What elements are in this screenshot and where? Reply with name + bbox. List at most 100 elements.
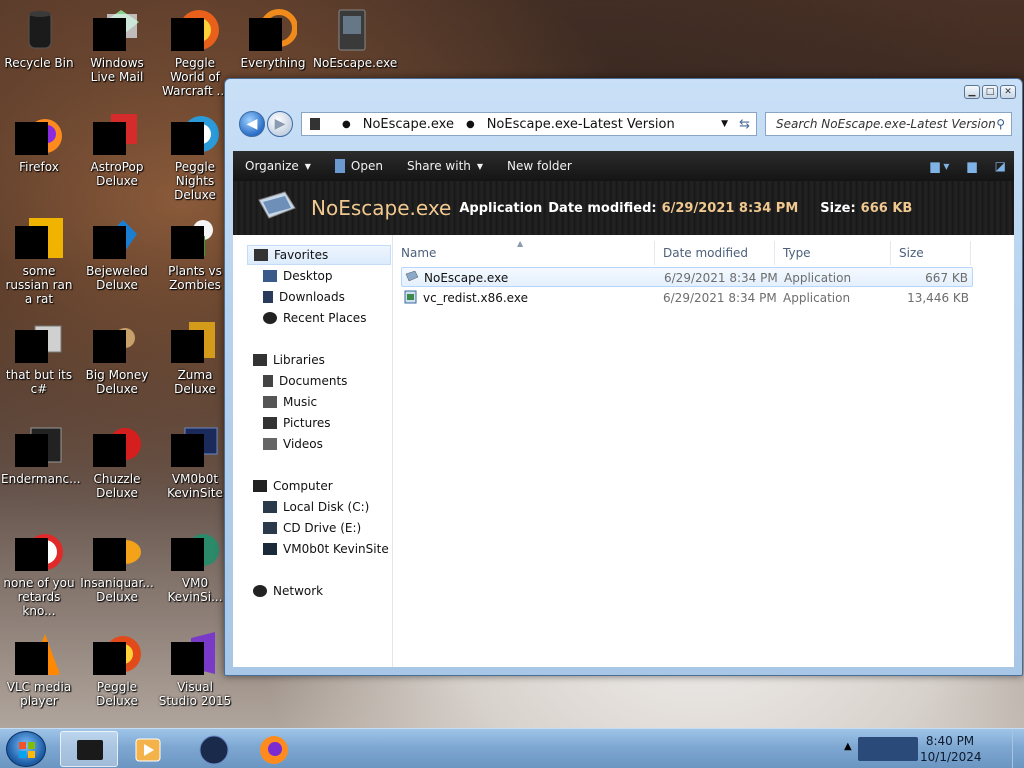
clock-time: 8:40 PM <box>925 734 975 748</box>
desktop-icon-bejeweled[interactable]: Bejeweled Deluxe <box>78 208 156 308</box>
nav-label: Videos <box>283 437 323 451</box>
open-button[interactable]: Open <box>323 159 395 173</box>
taskbar-firefox[interactable] <box>244 731 302 767</box>
chevron-down-icon[interactable]: ▼ <box>721 119 728 129</box>
file-row[interactable]: vc_redist.x86.exe 6/29/2021 8:34 PM Appl… <box>401 288 973 308</box>
nav-computer[interactable]: Computer <box>253 476 333 496</box>
show-hidden-icons[interactable]: ▲ <box>844 741 852 752</box>
selected-file-name: NoEscape.exe <box>311 196 452 220</box>
taskbar-explorer[interactable] <box>60 731 118 767</box>
breadcrumb-item[interactable]: NoEscape.exe <box>363 117 454 132</box>
navigation-pane: Favorites Desktop Downloads Recent Place… <box>233 235 393 667</box>
app-icon <box>334 159 345 173</box>
desktop-icon-big-money[interactable]: Big Money Deluxe <box>78 312 156 412</box>
file-row[interactable]: NoEscape.exe 6/29/2021 8:34 PM Applicati… <box>401 267 973 287</box>
address-bar[interactable]: ● NoEscape.exe ● NoEscape.exe-Latest Ver… <box>301 112 757 136</box>
nav-documents[interactable]: Documents <box>263 371 347 391</box>
back-button[interactable]: ◀ <box>239 111 265 137</box>
column-header-type[interactable]: Type <box>775 241 891 265</box>
start-button[interactable] <box>6 731 46 767</box>
preview-pane-icon[interactable]: ▆ <box>967 159 976 173</box>
star-icon <box>254 249 268 261</box>
desktop-icon-recycle-bin[interactable]: Recycle Bin <box>0 0 78 100</box>
redaction-box <box>249 18 282 51</box>
clock[interactable]: 8:40 PM 10/1/2024 <box>920 733 982 765</box>
taskbar-app[interactable] <box>184 731 242 767</box>
refresh-icon[interactable]: ⇆ <box>739 117 750 132</box>
desktop-icon-c-sharp[interactable]: that but its c# <box>0 312 78 412</box>
search-icon[interactable]: ⚲ <box>996 117 1005 131</box>
nav-vm0b0t-kevinsite[interactable]: VM0b0t KevinSite <box>263 539 389 559</box>
desktop-icon-label: Bejeweled Deluxe <box>86 264 148 292</box>
maximize-button[interactable]: □ <box>982 85 998 99</box>
close-button[interactable]: ✕ <box>1000 85 1016 99</box>
nav-label: Downloads <box>279 290 345 304</box>
breadcrumb-separator: ● <box>342 118 351 130</box>
desktop-icon-label: NoEscape.exe <box>313 56 398 70</box>
desktop-icon-insaniquarium[interactable]: Insaniquar... Deluxe <box>78 520 156 620</box>
firefox-icon <box>15 110 63 158</box>
desktop-icon-plants-vs-zombies[interactable]: Plants vs Zombies <box>156 208 234 308</box>
tray-icons[interactable] <box>858 737 918 761</box>
details-header: NoEscape.exe Application Date modified: … <box>233 181 1014 235</box>
taskbar-media-player[interactable] <box>120 731 178 767</box>
nav-label: Music <box>283 395 318 409</box>
search-input[interactable]: Search NoEscape.exe-Latest Version ⚲ <box>765 112 1012 136</box>
breadcrumb-item[interactable]: NoEscape.exe-Latest Version <box>487 117 675 132</box>
desktop-icon-peggle-wow[interactable]: Peggle World of Warcraft ... <box>156 0 234 100</box>
window-caption-buttons: ▁ □ ✕ <box>964 85 1016 99</box>
desktop-icon-vm0b0t[interactable]: VM0b0t KevinSite <box>156 416 234 516</box>
nav-desktop[interactable]: Desktop <box>263 266 333 286</box>
game-icon <box>93 318 141 366</box>
minimize-button[interactable]: ▁ <box>964 85 980 99</box>
clock-date: 10/1/2024 <box>920 750 982 764</box>
organize-button[interactable]: Organize ▼ <box>233 159 323 173</box>
recent-icon <box>263 312 277 324</box>
desktop-icon-astropop[interactable]: AstroPop Deluxe <box>78 104 156 204</box>
nav-videos[interactable]: Videos <box>263 434 323 454</box>
desktop-icon-label: none of you retards kno... <box>3 576 75 618</box>
desktop-icon-label: VM0 KevinSi... <box>167 576 223 604</box>
app-icon <box>199 735 229 765</box>
desktop-icon-peggle-nights[interactable]: Peggle Nights Deluxe <box>156 104 234 204</box>
system-tray: ▲ 8:40 PM 10/1/2024 <box>844 729 1024 768</box>
desktop-icon-none-of-you[interactable]: none of you retards kno... <box>0 520 78 620</box>
show-desktop-button[interactable] <box>1012 729 1024 768</box>
desktop-icon-russian-rat[interactable]: some russian ran a rat <box>0 208 78 308</box>
nav-local-disk[interactable]: Local Disk (C:) <box>263 497 369 517</box>
redaction-box <box>93 330 126 363</box>
desktop-icon-label: Peggle Nights Deluxe <box>174 160 216 202</box>
nav-downloads[interactable]: Downloads <box>263 287 345 307</box>
nav-favorites[interactable]: Favorites <box>247 245 391 265</box>
share-with-button[interactable]: Share with ▼ <box>395 159 495 173</box>
share-with-label: Share with <box>406 159 471 173</box>
column-header-size[interactable]: Size <box>891 241 971 265</box>
nav-cd-drive[interactable]: CD Drive (E:) <box>263 518 361 538</box>
change-view-icon[interactable]: ▆ ▾ <box>930 159 949 173</box>
nav-pictures[interactable]: Pictures <box>263 413 331 433</box>
nav-libraries[interactable]: Libraries <box>253 350 325 370</box>
desktop-icon-windows-live-mail[interactable]: Windows Live Mail <box>78 0 156 100</box>
new-folder-button[interactable]: New folder <box>495 159 584 173</box>
game-icon <box>93 422 141 470</box>
nav-recent-places[interactable]: Recent Places <box>263 308 366 328</box>
column-header-date[interactable]: Date modified <box>655 241 775 265</box>
nav-music[interactable]: Music <box>263 392 317 412</box>
help-icon[interactable]: ◪ <box>995 159 1006 173</box>
forward-button[interactable]: ▶ <box>267 111 293 137</box>
redaction-box <box>171 226 204 259</box>
desktop-icon-vm0[interactable]: VM0 KevinSi... <box>156 520 234 620</box>
desktop-icon-firefox[interactable]: Firefox <box>0 104 78 204</box>
date-modified-label: Date modified: <box>548 200 657 216</box>
desktop-icon-visual-studio[interactable]: Visual Studio 2015 <box>156 624 234 724</box>
pictures-icon <box>263 417 277 429</box>
desktop-icon-chuzzle[interactable]: Chuzzle Deluxe <box>78 416 156 516</box>
desktop-icon-endermanc[interactable]: Endermanc... <box>0 416 81 516</box>
chevron-down-icon: ▼ <box>476 161 484 171</box>
desktop-icon-zuma[interactable]: Zuma Deluxe <box>156 312 234 412</box>
nav-network[interactable]: Network <box>253 581 323 601</box>
desktop-icon-peggle-deluxe[interactable]: Peggle Deluxe <box>78 624 156 724</box>
column-header-name[interactable]: Name ▲ <box>393 239 655 265</box>
size-label: Size: <box>820 200 856 216</box>
desktop-icon-vlc[interactable]: VLC media player <box>0 624 78 724</box>
